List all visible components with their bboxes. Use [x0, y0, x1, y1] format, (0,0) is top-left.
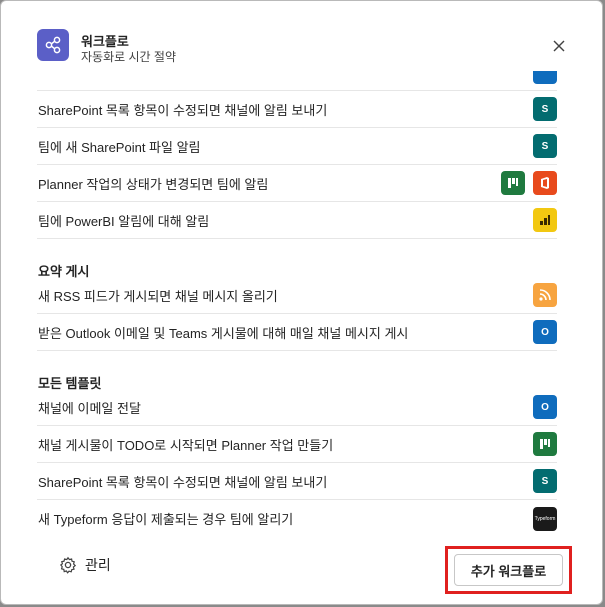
- list-item[interactable]: 채널 게시물이 TODO로 시작되면 Planner 작업 만들기: [37, 426, 557, 463]
- outlook-icon: [533, 71, 557, 84]
- powerbi-icon: [533, 208, 557, 232]
- list-item-label: 팀에 PowerBI 알림에 대해 알림: [38, 213, 210, 229]
- sharepoint-icon: S: [533, 134, 557, 158]
- outlook-icon: O: [533, 395, 557, 419]
- list-item[interactable]: Planner 작업의 상태가 변경되면 팀에 알림: [37, 165, 557, 202]
- close-icon: [553, 40, 565, 52]
- list-item-label: 새 Typeform 응답이 제출되는 경우 팀에 알리기: [38, 512, 294, 527]
- list-item-label: 채널에 이메일 전달: [38, 400, 141, 416]
- outlook-icon: O: [533, 320, 557, 344]
- dialog-header: 워크플로 자동화로 시간 절약: [37, 29, 566, 65]
- close-button[interactable]: [548, 35, 570, 57]
- list-item[interactable]: 채널에 이메일 전달 O: [37, 389, 557, 426]
- list-item[interactable]: 팀에 PowerBI 알림에 대해 알림: [37, 202, 557, 239]
- list-item-label: SharePoint 목록 항목이 수정되면 채널에 알림 보내기: [38, 102, 328, 118]
- list-item-label: SharePoint 목록 항목이 수정되면 채널에 알림 보내기: [38, 474, 328, 490]
- list-item[interactable]: SharePoint 목록 항목이 수정되면 채널에 알림 보내기 S: [37, 91, 557, 128]
- rss-icon: [533, 283, 557, 307]
- list-item-label: 받은 Outlook 이메일 및 Teams 게시물에 대해 매일 채널 메시지…: [38, 325, 409, 341]
- list-item-label: 채널 게시물이 TODO로 시작되면 Planner 작업 만들기: [38, 437, 334, 453]
- planner-icon: [533, 432, 557, 456]
- typeform-icon: Typeform: [533, 506, 557, 531]
- list-item[interactable]: 새 Typeform 응답이 제출되는 경우 팀에 알리기 Typeform: [37, 500, 557, 536]
- gear-icon: [59, 556, 77, 574]
- workflow-list[interactable]: SharePoint 목록 항목이 수정되면 채널에 알림 보내기 S 팀에 새…: [37, 71, 557, 536]
- list-item-label: 팀에 새 SharePoint 파일 알림: [38, 139, 201, 155]
- workflows-app-icon: [37, 29, 69, 61]
- manage-label: 관리: [85, 557, 111, 573]
- list-item-label: 새 RSS 피드가 게시되면 채널 메시지 올리기: [38, 288, 278, 304]
- office-icon: [533, 171, 557, 195]
- planner-icon: [501, 171, 525, 195]
- list-item[interactable]: 받은 Outlook 이메일 및 Teams 게시물에 대해 매일 채널 메시지…: [37, 314, 557, 351]
- add-workflow-button[interactable]: 추가 워크플로: [454, 554, 563, 586]
- sharepoint-icon: S: [533, 97, 557, 121]
- list-item-label: Planner 작업의 상태가 변경되면 팀에 알림: [38, 176, 269, 192]
- highlight-box: 추가 워크플로: [445, 546, 572, 594]
- list-item[interactable]: [37, 71, 557, 91]
- list-item[interactable]: SharePoint 목록 항목이 수정되면 채널에 알림 보내기 S: [37, 463, 557, 500]
- dialog-subtitle: 자동화로 시간 절약: [81, 50, 176, 64]
- list-item[interactable]: 새 RSS 피드가 게시되면 채널 메시지 올리기: [37, 277, 557, 314]
- list-item[interactable]: 팀에 새 SharePoint 파일 알림 S: [37, 128, 557, 165]
- sharepoint-icon: S: [533, 469, 557, 493]
- manage-button[interactable]: 관리: [59, 555, 111, 575]
- workflows-dialog: 워크플로 자동화로 시간 절약 SharePoint 목록 항목이 수정되면 채…: [0, 0, 603, 605]
